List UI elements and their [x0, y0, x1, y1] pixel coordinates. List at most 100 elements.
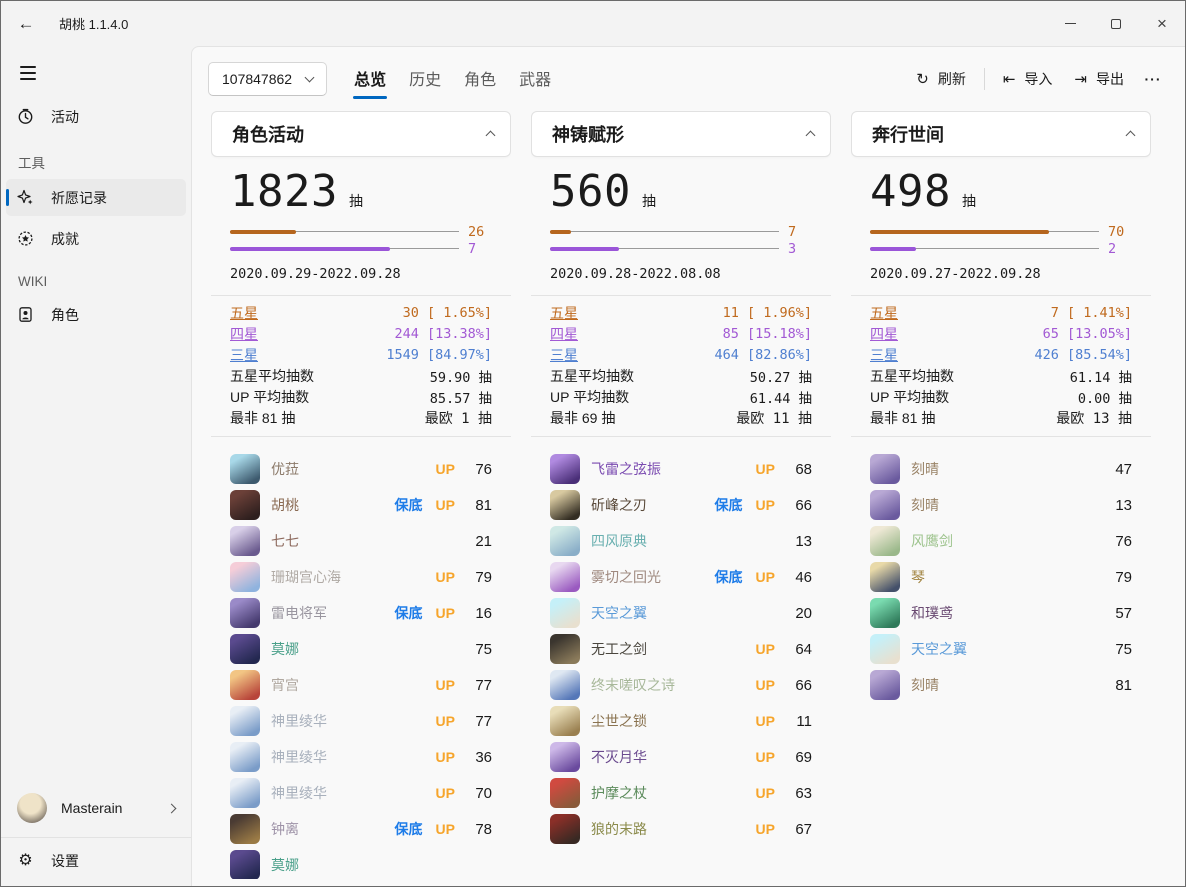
date-range: 2020.09.29-2022.09.28	[230, 266, 492, 295]
star-filter-link[interactable]: 三星	[870, 345, 898, 365]
item-count: 76	[468, 461, 492, 478]
star-filter-link[interactable]: 四星	[550, 324, 578, 344]
stat-value: 11 [ 1.96%]	[723, 305, 812, 321]
card-header[interactable]: 角色活动	[211, 111, 511, 157]
up-badge: UP	[436, 713, 455, 729]
total-pulls-block: 560 抽	[531, 157, 831, 217]
up-badge: UP	[756, 821, 775, 837]
user-account-row[interactable]: Masterain	[6, 781, 186, 835]
more-options-button[interactable]: ···	[1135, 62, 1171, 96]
hamburger-menu-button[interactable]	[11, 56, 49, 90]
bar-track	[230, 230, 459, 234]
total-pulls-value: 1823	[230, 167, 338, 217]
sidebar-item-label: 祈愿记录	[51, 188, 107, 208]
sidebar-item-label: 设置	[51, 851, 79, 871]
up-badge: UP	[436, 605, 455, 621]
up-badge: UP	[436, 569, 455, 585]
item-name: 尘世之锁	[591, 711, 756, 731]
list-item: 无工之剑UP64	[550, 631, 812, 667]
item-avatar	[550, 742, 580, 772]
total-pulls-value: 560	[550, 167, 631, 217]
item-avatar	[550, 634, 580, 664]
item-avatar	[550, 562, 580, 592]
item-count: 75	[468, 641, 492, 658]
card-body: 560 抽 73 2020.09.28-2022.08.08 五星11 [ 1.…	[531, 157, 831, 879]
item-list[interactable]: 优菈UP76胡桃保底UP81七七21珊瑚宫心海UP79雷电将军保底UP16莫娜7…	[211, 437, 511, 879]
list-item: 飞雷之弦振UP68	[550, 451, 812, 487]
tab-bar: 总览 历史 角色 武器	[347, 57, 567, 102]
item-name: 天空之翼	[591, 603, 788, 623]
export-label: 导出	[1096, 69, 1124, 89]
user-avatar	[17, 793, 47, 823]
export-icon: ⇥	[1074, 72, 1087, 87]
item-avatar	[870, 526, 900, 556]
tab-weapons[interactable]: 武器	[512, 57, 558, 102]
bar-value: 26	[468, 224, 492, 240]
main-content: 107847862 总览 历史 角色 武器 ↻ 刷新 ⇤	[191, 46, 1185, 886]
item-list[interactable]: 飞雷之弦振UP68斫峰之刃保底UP66四风原典13雾切之回光保底UP46天空之翼…	[531, 437, 831, 879]
card-title: 奔行世间	[872, 121, 944, 147]
sidebar-item-settings[interactable]: ⚙ 设置	[6, 841, 186, 880]
wish-pool-card: 角色活动 1823 抽 267 2020.09.29-2022.09.28 五星…	[211, 111, 511, 879]
refresh-button[interactable]: ↻ 刷新	[905, 62, 977, 96]
sidebar-item-activity[interactable]: 活动	[6, 98, 186, 135]
item-avatar	[230, 706, 260, 736]
list-item: 优菈UP76	[230, 451, 492, 487]
star-filter-link[interactable]: 三星	[230, 345, 258, 365]
list-item: 终末嗟叹之诗UP66	[550, 667, 812, 703]
up-badge: UP	[756, 713, 775, 729]
chevron-right-icon	[167, 803, 177, 813]
collapse-chevron-icon[interactable]	[1126, 131, 1136, 141]
item-name: 刻晴	[911, 675, 1108, 695]
sidebar-item-characters[interactable]: 角色	[6, 296, 186, 333]
list-item: 四风原典13	[550, 523, 812, 559]
collapse-chevron-icon[interactable]	[486, 131, 496, 141]
export-button[interactable]: ⇥ 导出	[1063, 62, 1135, 96]
star-filter-link[interactable]: 五星	[550, 303, 578, 323]
item-avatar	[230, 850, 260, 879]
bar-value: 70	[1108, 224, 1132, 240]
bar-track	[230, 247, 459, 251]
up-badge: UP	[756, 749, 775, 765]
item-list[interactable]: 刻晴47刻晴13风鹰剑76琴79和璞鸢57天空之翼75刻晴81	[851, 437, 1151, 879]
tab-characters[interactable]: 角色	[457, 57, 503, 102]
item-avatar	[550, 598, 580, 628]
star-filter-link[interactable]: 五星	[870, 303, 898, 323]
uid-dropdown[interactable]: 107847862	[208, 62, 327, 96]
close-button[interactable]: ×	[1139, 1, 1185, 46]
sidebar-item-wish-record[interactable]: 祈愿记录	[6, 179, 186, 216]
item-name: 不灭月华	[591, 747, 756, 767]
sidebar-item-achievements[interactable]: 成就	[6, 220, 186, 257]
minimize-button[interactable]	[1047, 1, 1093, 46]
star-filter-link[interactable]: 三星	[550, 345, 578, 365]
item-name: 风鹰剑	[911, 531, 1108, 551]
list-item: 宵宫UP77	[230, 667, 492, 703]
date-range: 2020.09.28-2022.08.08	[550, 266, 812, 295]
list-item: 护摩之杖UP63	[550, 775, 812, 811]
item-count: 79	[1108, 569, 1132, 586]
card-header[interactable]: 奔行世间	[851, 111, 1151, 157]
list-item: 斫峰之刃保底UP66	[550, 487, 812, 523]
item-avatar	[230, 778, 260, 808]
stat-row: UP 平均抽数0.00 抽	[870, 386, 1132, 407]
back-button[interactable]: ←	[9, 9, 43, 39]
item-name: 斫峰之刃	[591, 495, 715, 515]
total-pulls-block: 498 抽	[851, 157, 1151, 217]
star-filter-link[interactable]: 四星	[230, 324, 258, 344]
toolbar-actions: ↻ 刷新 ⇤ 导入 ⇥ 导出 ···	[905, 62, 1171, 96]
maximize-button[interactable]	[1093, 1, 1139, 46]
star-filter-link[interactable]: 五星	[230, 303, 258, 323]
item-count: 16	[468, 605, 492, 622]
card-header[interactable]: 神铸赋形	[531, 111, 831, 157]
star-filter-link[interactable]: 四星	[870, 324, 898, 344]
app-window: ← 胡桃 1.1.4.0 × 活动 工具 祈愿记录	[0, 0, 1186, 887]
item-name: 和璞鸢	[911, 603, 1108, 623]
tab-overview[interactable]: 总览	[347, 57, 393, 102]
import-button[interactable]: ⇤ 导入	[992, 62, 1064, 96]
wish-pool-card: 神铸赋形 560 抽 73 2020.09.28-2022.08.08 五星11…	[531, 111, 831, 879]
bar-value: 2	[1108, 241, 1132, 257]
stat-value: 0.00 抽	[1078, 387, 1132, 407]
stat-row: 三星426 [85.54%]	[870, 344, 1132, 365]
tab-history[interactable]: 历史	[402, 57, 448, 102]
collapse-chevron-icon[interactable]	[806, 131, 816, 141]
